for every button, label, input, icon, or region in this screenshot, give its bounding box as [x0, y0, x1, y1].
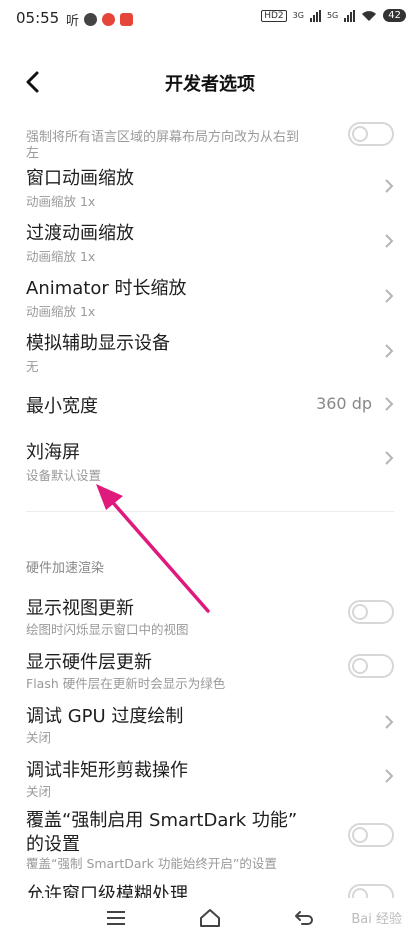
item-subtitle: 动画缩放 1x [26, 304, 96, 319]
rtl-layout-toggle[interactable] [348, 122, 394, 146]
chevron-right-icon [385, 179, 394, 193]
app-badge-icon [120, 13, 134, 26]
window-animation-scale-item[interactable]: 窗口动画缩放 动画缩放 1x [0, 160, 420, 214]
chevron-right-icon [385, 451, 394, 465]
watermark-text: Bai 经验 [351, 912, 402, 927]
animator-duration-scale-item[interactable]: Animator 时长缩放 动画缩放 1x [0, 270, 420, 324]
show-hardware-layer-updates-item[interactable]: 显示硬件层更新 Flash 硬件层在更新时会显示为绿色 [0, 644, 420, 698]
simulate-secondary-display-item[interactable]: 模拟辅助显示设备 无 [0, 325, 420, 379]
hd-voice-icon: HD2 [261, 9, 287, 22]
show-hardware-layer-updates-toggle[interactable] [348, 654, 394, 678]
debug-non-rect-clip-item[interactable]: 调试非矩形剪裁操作 关闭 [0, 752, 420, 806]
status-notification-icons: 听 [66, 10, 134, 29]
item-subtitle: 动画缩放 1x [26, 194, 96, 209]
toggle-knob [352, 126, 368, 142]
chevron-right-icon [385, 234, 394, 248]
chevron-right-icon [385, 715, 394, 729]
smallest-width-value: 360 dp [316, 394, 372, 413]
show-view-updates-toggle[interactable] [348, 600, 394, 624]
wifi-icon [362, 10, 377, 21]
item-title: 窗口动画缩放 [26, 168, 134, 189]
item-subtitle: 关闭 [26, 784, 52, 799]
display-cutout-item[interactable]: 刘海屏 设备默认设置 [0, 434, 420, 488]
item-title: 模拟辅助显示设备 [26, 333, 170, 354]
signal-label-2: 5G [326, 11, 339, 20]
status-app-text: 听 [66, 14, 80, 29]
item-subtitle: 设备默认设置 [26, 468, 102, 483]
chevron-right-icon [385, 397, 394, 411]
signal-bars-icon-2 [344, 9, 356, 22]
toggle-knob [352, 658, 368, 674]
override-smartdark-item[interactable]: 覆盖“强制启用 SmartDark 功能” 的设置 覆盖“强制 SmartDar… [0, 806, 420, 876]
allow-window-blur-item[interactable]: 允许窗口级模糊处理 [0, 878, 420, 900]
item-title: 调试非矩形剪裁操作 [26, 760, 188, 781]
item-title: 显示视图更新 [26, 598, 134, 619]
status-time: 05:55 [16, 9, 60, 27]
smallest-width-item[interactable]: 最小宽度 360 dp [0, 380, 420, 430]
signal-bars-icon [309, 9, 321, 22]
app-header: 开发者选项 [0, 56, 420, 106]
item-title: 过渡动画缩放 [26, 223, 134, 244]
item-subtitle: 关闭 [26, 730, 52, 745]
toggle-knob [352, 827, 368, 843]
rtl-layout-desc-1: 强制将所有语言区域的屏幕布局方向改为从右到 [26, 130, 300, 145]
chevron-right-icon [385, 289, 394, 303]
rtl-layout-desc-2: 左 [26, 146, 40, 161]
override-smartdark-toggle[interactable] [348, 823, 394, 847]
page-title: 开发者选项 [165, 74, 255, 95]
item-title: 刘海屏 [26, 442, 80, 463]
item-subtitle: 动画缩放 1x [26, 249, 96, 264]
chevron-right-icon [385, 344, 394, 358]
item-subtitle: 无 [26, 359, 39, 374]
signal-label-1: 3G [292, 11, 304, 20]
app-notification-icon [84, 13, 98, 26]
debug-gpu-overdraw-item[interactable]: 调试 GPU 过度绘制 关闭 [0, 698, 420, 752]
status-bar: 05:55 听 HD2 3G 5G 42 [0, 0, 420, 36]
menu-icon[interactable] [104, 906, 128, 930]
transition-animation-scale-item[interactable]: 过渡动画缩放 动画缩放 1x [0, 215, 420, 269]
system-nav-bar: Bai 经验 [0, 898, 420, 940]
rtl-layout-item[interactable]: 强制将所有语言区域的屏幕布局方向改为从右到 左 [0, 120, 420, 161]
item-title: 显示硬件层更新 [26, 652, 152, 673]
item-title: 最小宽度 [26, 396, 98, 417]
item-subtitle: 绘图时闪烁显示窗口中的视图 [26, 622, 189, 637]
item-title: 调试 GPU 过度绘制 [26, 706, 184, 727]
item-title: 允许窗口级模糊处理 [26, 884, 188, 900]
toggle-knob [352, 604, 368, 620]
item-subtitle: Flash 硬件层在更新时会显示为绿色 [26, 676, 226, 691]
section-divider [26, 511, 394, 512]
status-right-icons: HD2 3G 5G 42 [261, 9, 406, 22]
item-title: Animator 时长缩放 [26, 278, 187, 299]
item-subtitle: 覆盖“强制 SmartDark 功能始终开启”的设置 [26, 856, 277, 871]
section-header-hardware-rendering: 硬件加速渲染 [26, 561, 105, 576]
back-nav-icon[interactable] [292, 906, 316, 930]
battery-icon: 42 [383, 9, 406, 22]
item-title-line-1: 覆盖“强制启用 SmartDark 功能” [26, 810, 298, 831]
weibo-icon [102, 13, 116, 26]
chevron-right-icon [385, 769, 394, 783]
show-view-updates-item[interactable]: 显示视图更新 绘图时闪烁显示窗口中的视图 [0, 590, 420, 644]
home-icon[interactable] [198, 906, 222, 930]
